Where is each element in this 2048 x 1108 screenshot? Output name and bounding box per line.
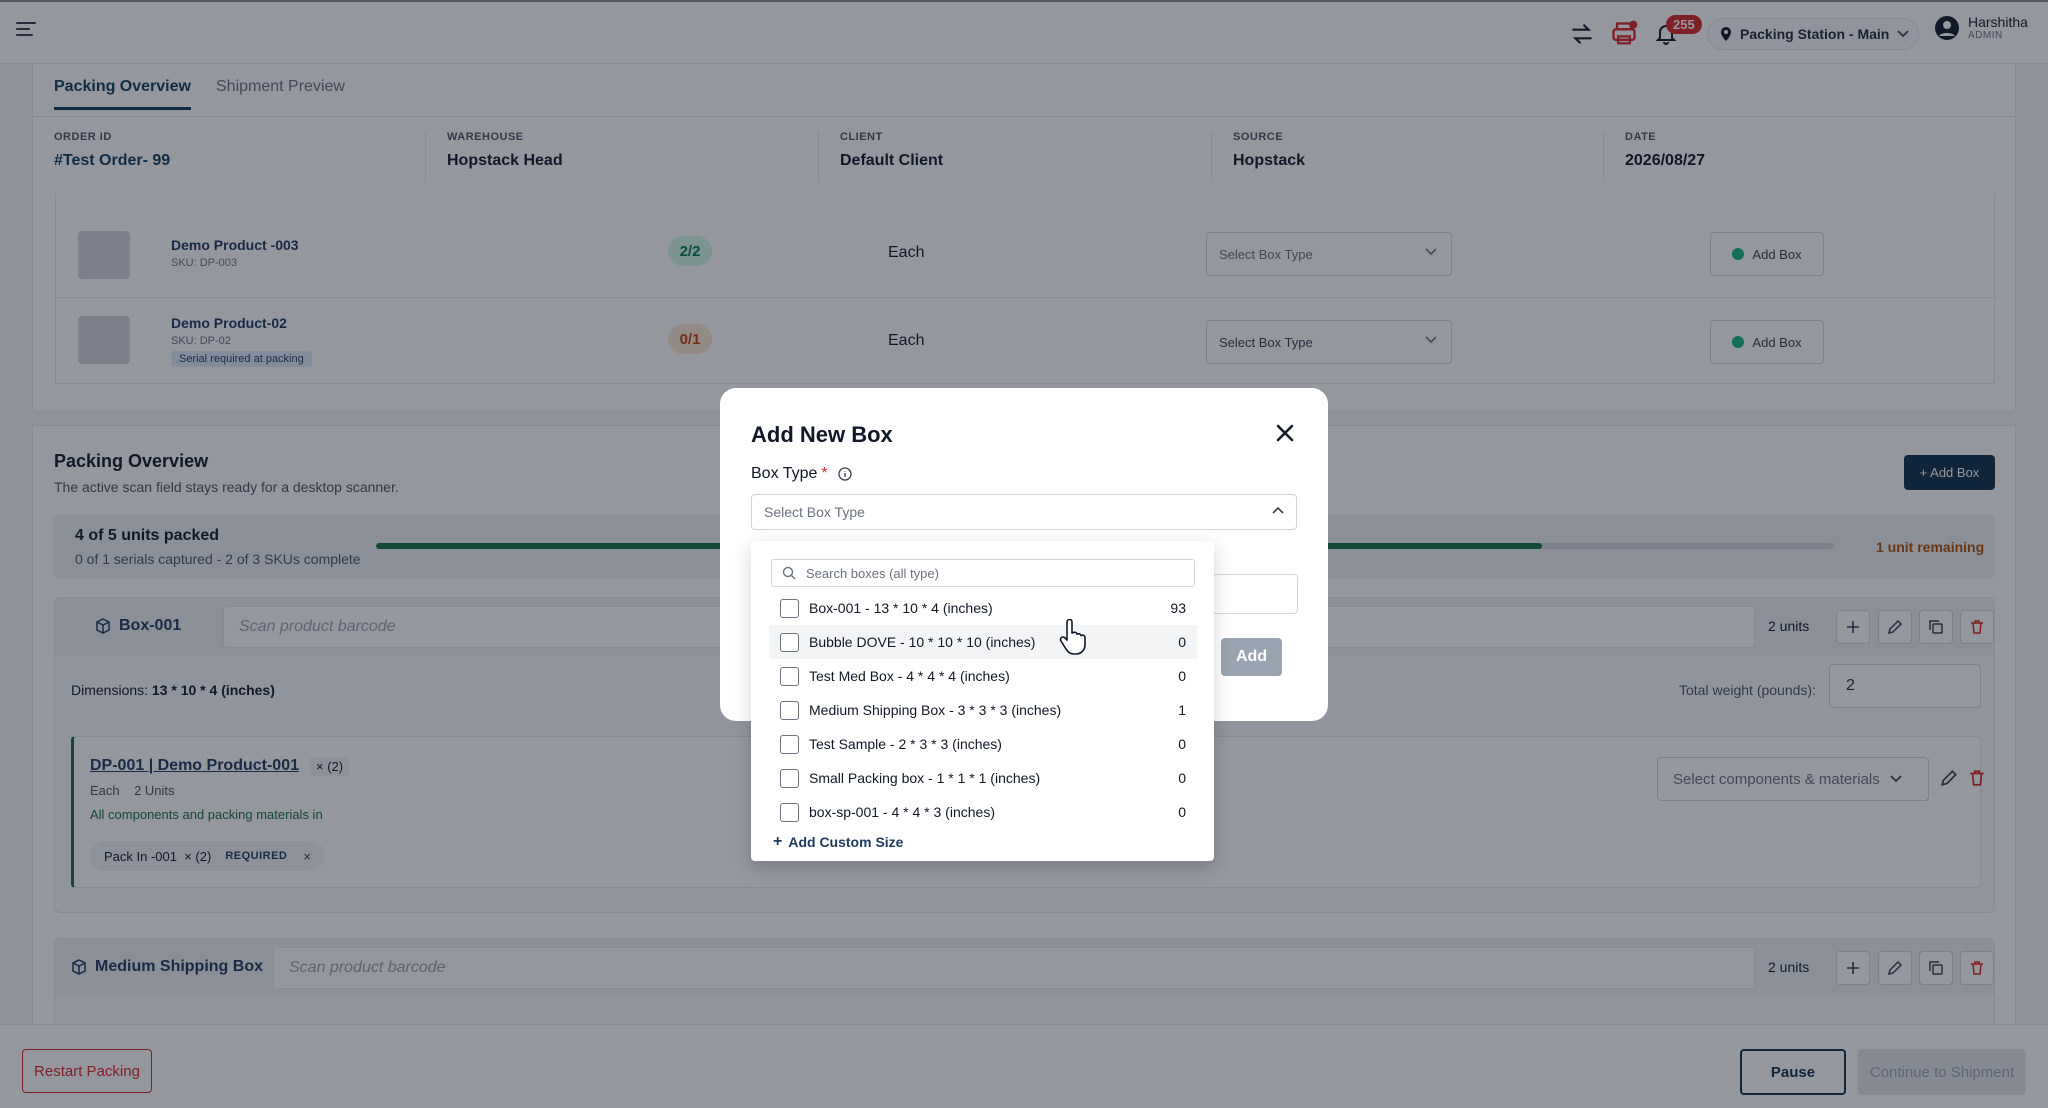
option-count: 0	[1178, 804, 1186, 820]
checkbox[interactable]	[780, 734, 799, 754]
box-option[interactable]: Bubble DOVE - 10 * 10 * 10 (inches) 0	[769, 625, 1197, 659]
checkbox[interactable]	[780, 802, 799, 822]
box-option[interactable]: box-sp-001 - 4 * 4 * 3 (inches) 0	[769, 795, 1197, 829]
box-type-options-menu: Search boxes (all type) Box-001 - 13 * 1…	[751, 541, 1214, 861]
quantity-input[interactable]	[1212, 574, 1298, 614]
box-option[interactable]: Small Packing box - 1 * 1 * 1 (inches) 0	[769, 761, 1197, 795]
close-icon[interactable]	[1274, 422, 1296, 444]
box-type-label: Box Type *	[751, 465, 852, 483]
box-type-label-text: Box Type	[751, 465, 818, 482]
option-label: Medium Shipping Box - 3 * 3 * 3 (inches)	[809, 702, 1062, 718]
info-icon[interactable]	[838, 467, 852, 481]
option-count: 1	[1178, 702, 1186, 718]
checkbox[interactable]	[780, 700, 799, 720]
box-search-input[interactable]: Search boxes (all type)	[771, 559, 1195, 587]
option-label: Bubble DOVE - 10 * 10 * 10 (inches)	[809, 634, 1036, 650]
option-count: 93	[1170, 600, 1186, 616]
plus-icon: +	[773, 833, 783, 850]
add-custom-size-label: Add Custom Size	[788, 834, 904, 850]
box-type-dropdown-placeholder: Select Box Type	[764, 504, 865, 520]
option-label: Small Packing box - 1 * 1 * 1 (inches)	[809, 770, 1041, 786]
option-count: 0	[1178, 736, 1186, 752]
add-button[interactable]: Add	[1221, 638, 1282, 676]
add-custom-size-button[interactable]: + Add Custom Size	[769, 827, 1197, 857]
option-count: 0	[1178, 634, 1186, 650]
checkbox[interactable]	[780, 632, 799, 652]
checkbox[interactable]	[780, 598, 799, 618]
option-label: Box-001 - 13 * 10 * 4 (inches)	[809, 600, 993, 616]
hand-cursor-icon	[1059, 619, 1086, 655]
option-count: 0	[1178, 770, 1186, 786]
checkbox[interactable]	[780, 666, 799, 686]
option-count: 0	[1178, 668, 1186, 684]
option-label: Test Med Box - 4 * 4 * 4 (inches)	[809, 668, 1010, 684]
modal-title: Add New Box	[751, 422, 893, 447]
option-label: Test Sample - 2 * 3 * 3 (inches)	[809, 736, 1002, 752]
chevron-up-icon	[1272, 506, 1284, 514]
search-placeholder: Search boxes (all type)	[806, 565, 939, 581]
checkbox[interactable]	[780, 768, 799, 788]
box-option[interactable]: Medium Shipping Box - 3 * 3 * 3 (inches)…	[769, 693, 1197, 727]
box-option[interactable]: Box-001 - 13 * 10 * 4 (inches) 93	[769, 591, 1197, 625]
box-option[interactable]: Test Med Box - 4 * 4 * 4 (inches) 0	[769, 659, 1197, 693]
required-mark: *	[821, 465, 828, 482]
search-icon	[782, 566, 796, 580]
box-options-list: Box-001 - 13 * 10 * 4 (inches) 93 Bubble …	[769, 591, 1197, 857]
box-type-dropdown[interactable]: Select Box Type	[751, 494, 1297, 530]
box-option[interactable]: Test Sample - 2 * 3 * 3 (inches) 0	[769, 727, 1197, 761]
option-label: box-sp-001 - 4 * 4 * 3 (inches)	[809, 804, 995, 820]
